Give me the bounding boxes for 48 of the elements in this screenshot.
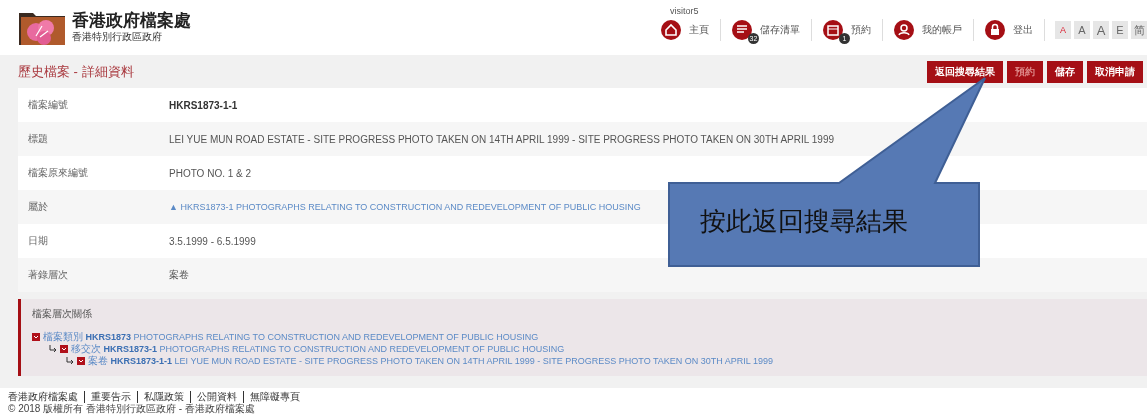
elbow-icon bbox=[66, 357, 74, 365]
hierarchy-title: 檔案層次關係 bbox=[32, 307, 93, 321]
hierarchy-link[interactable]: 案卷 HKRS1873-1-1 LEI YUE MUN ROAD ESTATE - SITE PROGRESS PHOTO TAKEN ON 14TH APRIL 1999 - SITE PROGRESS PHOTO TAKEN ON 30TH APRIL 1999 bbox=[88, 354, 774, 368]
field-label: 標題 bbox=[27, 132, 49, 146]
footer-link[interactable]: 重要告示 bbox=[84, 391, 137, 403]
nav-link[interactable]: 登出 bbox=[974, 19, 1045, 41]
callout-text: 按此返回搜尋結果 bbox=[700, 205, 908, 238]
field-label: 檔案原來編號 bbox=[27, 166, 89, 180]
field-value: HKRS1873-1-1 bbox=[169, 99, 238, 111]
list-icon bbox=[732, 20, 752, 40]
action-button[interactable]: 取消申請 bbox=[1087, 60, 1143, 83]
action-button[interactable]: 返回搜尋結果 bbox=[927, 60, 1003, 83]
collapse-icon bbox=[60, 345, 68, 353]
user-icon bbox=[894, 20, 914, 40]
parent-link[interactable]: ▲ HKRS1873-1 PHOTOGRAPHS RELATING TO CONSTRUCTION AND REDEVELOPMENT OF PUBLIC HOUSING bbox=[169, 202, 641, 212]
field-label: 日期 bbox=[27, 234, 49, 248]
footer-link[interactable]: 私隱政策 bbox=[137, 391, 190, 403]
elbow-icon bbox=[49, 345, 57, 353]
field-value: LEI YUE MUN ROAD ESTATE - SITE PROGRESS PHOTO TAKEN ON 14TH APRIL 1999 - SITE PROGRESS PHOTO TAKEN ON 30TH APRIL 1999 bbox=[169, 133, 834, 145]
font-size-button[interactable]: A bbox=[1074, 21, 1090, 39]
field-label: 檔案編號 bbox=[27, 98, 69, 112]
font-size-button[interactable]: E bbox=[1112, 21, 1128, 39]
nav-link[interactable]: 我的帳戶 bbox=[883, 19, 974, 41]
font-size-button[interactable]: A bbox=[1055, 21, 1071, 39]
calendar-icon bbox=[823, 20, 843, 40]
username: visitor5 bbox=[670, 6, 700, 16]
collapse-icon bbox=[32, 333, 40, 341]
page-title: 歷史檔案 - 詳細資料 bbox=[18, 62, 134, 81]
home-icon bbox=[661, 20, 681, 40]
font-size-button[interactable]: A bbox=[1093, 21, 1109, 39]
site-title: 香港政府檔案處 bbox=[72, 11, 191, 30]
footer-link[interactable]: 無障礙專頁 bbox=[243, 391, 306, 403]
nav-link[interactable]: 主頁 bbox=[650, 19, 721, 41]
action-button[interactable]: 儲存 bbox=[1047, 60, 1083, 83]
hierarchy-link[interactable]: 檔案類別 HKRS1873 PHOTOGRAPHS RELATING TO CONSTRUCTION AND REDEVELOPMENT OF PUBLIC HOUSING bbox=[43, 330, 539, 344]
field-value: 案卷 bbox=[169, 268, 189, 282]
footer-link[interactable]: 香港政府檔案處 bbox=[8, 391, 84, 403]
copyright: © 2018 版權所有 香港特別行政區政府 - 香港政府檔案處 bbox=[8, 403, 256, 415]
field-value: 3.5.1999 - 6.5.1999 bbox=[169, 235, 256, 247]
field-value: PHOTO NO. 1 & 2 bbox=[169, 167, 252, 179]
field-label: 著錄層次 bbox=[27, 268, 69, 282]
site-subtitle: 香港特別行政區政府 bbox=[72, 30, 163, 44]
font-size-button[interactable]: 简 bbox=[1131, 21, 1147, 39]
hierarchy-link[interactable]: 移交次 HKRS1873-1 PHOTOGRAPHS RELATING TO CONSTRUCTION AND REDEVELOPMENT OF PUBLIC HOUSING bbox=[71, 342, 565, 356]
field-label: 屬於 bbox=[27, 200, 49, 214]
lock-icon bbox=[985, 20, 1005, 40]
collapse-icon bbox=[77, 357, 85, 365]
footer-link[interactable]: 公開資料 bbox=[190, 391, 243, 403]
